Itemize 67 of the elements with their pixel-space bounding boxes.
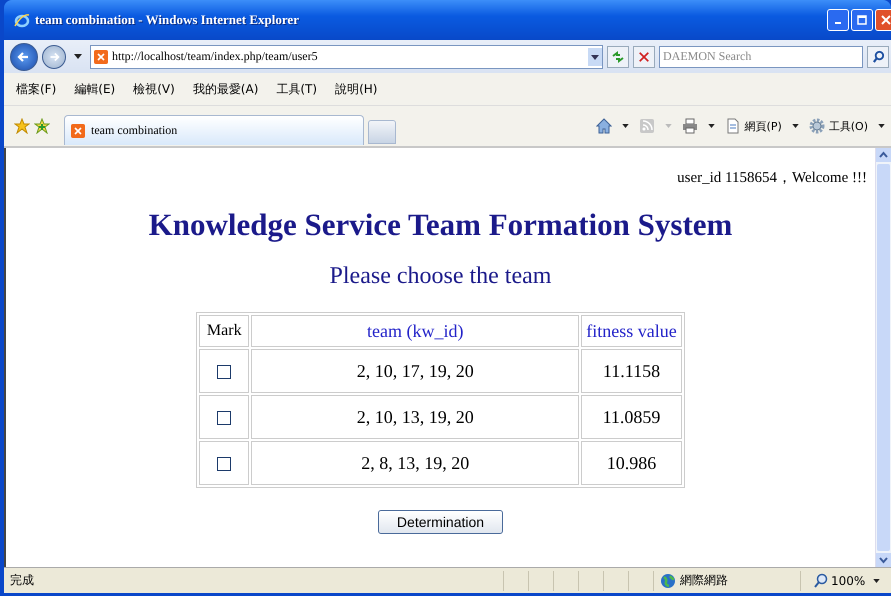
scroll-up-icon[interactable]: [876, 148, 891, 162]
table-cell: 11.0859: [581, 395, 682, 439]
refresh-icon: [611, 50, 625, 64]
column-header: Mark: [199, 315, 250, 347]
stop-button[interactable]: [633, 46, 655, 68]
status-text: 完成: [9, 572, 34, 589]
page-icon: [724, 118, 741, 134]
close-button[interactable]: [875, 9, 891, 31]
scroll-down-icon[interactable]: [876, 553, 891, 567]
welcome-text: user_id 1158654，Welcome !!!: [677, 170, 867, 186]
caret-icon[interactable]: [873, 578, 880, 582]
dropdown-arrow-icon[interactable]: [74, 54, 82, 59]
checkbox[interactable]: [217, 457, 232, 472]
caret-icon[interactable]: [708, 124, 715, 128]
url-text: http://localhost/team/index.php/team/user5: [112, 49, 318, 64]
globe-icon: [660, 572, 676, 588]
table-cell: 2, 10, 13, 19, 20: [251, 395, 580, 439]
column-header: fitness value: [581, 315, 682, 347]
checkbox[interactable]: [217, 365, 232, 380]
page-heading: Knowledge Service Team Formation System: [148, 207, 732, 243]
checkbox[interactable]: [217, 411, 232, 426]
page-menu[interactable]: 網頁(P): [744, 118, 782, 134]
gear-icon[interactable]: [808, 118, 825, 134]
forward-button[interactable]: [42, 44, 66, 68]
home-icon[interactable]: [596, 118, 612, 134]
table-cell: 10.986: [581, 441, 682, 485]
refresh-button[interactable]: [607, 46, 629, 68]
menu-item[interactable]: 檔案(F): [16, 80, 56, 98]
maximize-button[interactable]: [851, 9, 873, 31]
caret-icon[interactable]: [792, 124, 799, 128]
tools-menu[interactable]: 工具(O): [828, 118, 868, 134]
star-icon[interactable]: [14, 118, 30, 134]
address-field[interactable]: http://localhost/team/index.php/team/user5: [90, 44, 603, 68]
caret-icon[interactable]: [878, 124, 885, 128]
table-cell: 2, 8, 13, 19, 20: [251, 441, 580, 485]
determination-button[interactable]: Determination: [378, 510, 504, 534]
menu-item[interactable]: 編輯(E): [74, 80, 116, 98]
maximize-icon: [857, 15, 867, 25]
printer-icon[interactable]: [682, 118, 698, 134]
table-cell: 2, 10, 17, 19, 20: [251, 349, 580, 393]
menu-item[interactable]: 工具(T): [276, 80, 318, 98]
caret-icon[interactable]: [622, 124, 629, 128]
stop-icon: [638, 50, 650, 62]
column-header: team (kw_id): [251, 315, 580, 347]
menu-item[interactable]: 說明(H): [335, 80, 378, 98]
minimize-icon: [835, 22, 841, 24]
minimize-button[interactable]: [827, 9, 849, 31]
zoom-icon[interactable]: [813, 572, 829, 588]
menu-item[interactable]: 我的最愛(A): [192, 80, 258, 98]
menu-item[interactable]: 檢視(V): [133, 80, 175, 98]
window-title: team combination - Windows Internet Explorer: [35, 12, 300, 28]
add-favorite-icon[interactable]: [34, 118, 50, 134]
table-cell: 11.1158: [581, 349, 682, 393]
browser-icon: [14, 12, 30, 28]
search-icon: [872, 50, 884, 63]
zoom-level[interactable]: 100%: [831, 574, 866, 588]
search-field[interactable]: DAEMON Search: [659, 46, 863, 68]
close-icon: [881, 15, 891, 25]
search-button[interactable]: [867, 46, 889, 68]
vertical-scrollbar[interactable]: [875, 148, 891, 567]
page-icon: [94, 50, 108, 64]
page-icon: [71, 124, 85, 138]
page-subheading: Please choose the team: [330, 263, 552, 290]
zone-text: 網際網路: [680, 572, 728, 589]
browser-tab[interactable]: team combination: [64, 115, 364, 145]
back-button[interactable]: [10, 42, 38, 70]
tab-label: team combination: [91, 123, 178, 138]
